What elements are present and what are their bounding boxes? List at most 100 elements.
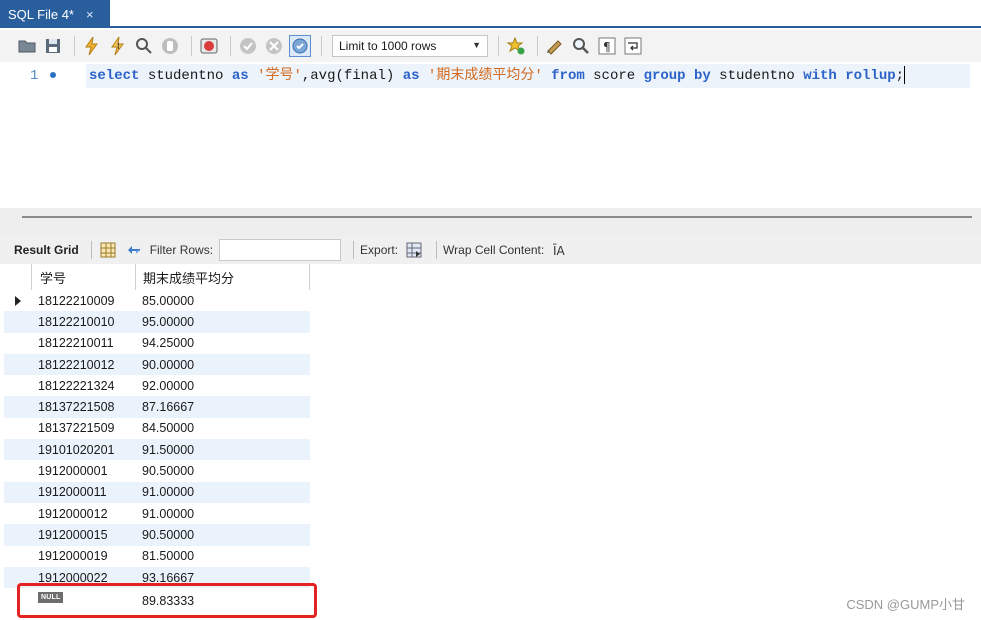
limit-rows-select[interactable]: Limit to 1000 rows ▼: [332, 35, 488, 57]
open-folder-icon[interactable]: [16, 35, 38, 57]
column-header-studentno[interactable]: 学号: [32, 264, 136, 290]
cell-average[interactable]: 91.50000: [136, 439, 310, 461]
table-row[interactable]: 18122210010 95.00000: [4, 311, 310, 333]
filter-rows-input[interactable]: [219, 239, 342, 261]
splitter-handle[interactable]: [22, 216, 972, 218]
row-selector[interactable]: [4, 503, 32, 524]
chevron-down-icon: ▼: [472, 40, 481, 50]
table-row[interactable]: 18122221324 92.00000: [4, 375, 310, 396]
result-grid-tab[interactable]: Result Grid: [14, 243, 79, 257]
rollback-icon[interactable]: [263, 35, 285, 57]
row-selector[interactable]: [4, 524, 32, 546]
code-token: from: [551, 68, 585, 84]
cell-studentno[interactable]: 1912000001: [32, 460, 136, 481]
row-selector-header[interactable]: [4, 264, 32, 290]
table-row[interactable]: 18122210011 94.25000: [4, 333, 310, 354]
table-row[interactable]: 18137221508 87.16667: [4, 396, 310, 418]
rollup-row[interactable]: NULL 89.83333: [4, 588, 310, 614]
cell-studentno[interactable]: 18122210012: [32, 353, 136, 376]
cell-average[interactable]: 91.00000: [136, 503, 310, 524]
row-selector[interactable]: [4, 396, 32, 418]
commit-icon[interactable]: [237, 35, 259, 57]
cell-studentno[interactable]: NULL: [32, 588, 136, 614]
explain-icon[interactable]: [133, 35, 155, 57]
table-row[interactable]: 18122210012 90.00000: [4, 353, 310, 376]
code-line[interactable]: select studentno as '学号',avg(final) as '…: [86, 64, 970, 88]
cell-studentno[interactable]: 18122210010: [32, 311, 136, 333]
cell-studentno[interactable]: 18137221508: [32, 396, 136, 418]
row-selector[interactable]: [4, 311, 32, 333]
row-selector[interactable]: [4, 375, 32, 396]
export-icon[interactable]: [404, 240, 424, 260]
cell-studentno[interactable]: 18137221509: [32, 418, 136, 439]
add-snippet-icon[interactable]: [505, 35, 527, 57]
cell-average[interactable]: 81.50000: [136, 546, 310, 567]
code-token: select: [89, 68, 140, 84]
panel-splitter[interactable]: [0, 208, 981, 236]
wrap-cell-icon[interactable]: ĪA: [550, 240, 570, 260]
row-selector[interactable]: [4, 290, 32, 311]
row-selector[interactable]: [4, 566, 32, 589]
autocommit-icon[interactable]: [289, 35, 311, 57]
cell-average[interactable]: 90.00000: [136, 353, 310, 376]
cell-studentno[interactable]: 18122210009: [32, 290, 136, 311]
cell-average[interactable]: 84.50000: [136, 418, 310, 439]
cell-studentno[interactable]: 1912000022: [32, 566, 136, 589]
grid-form-toggle-icon[interactable]: [98, 240, 118, 260]
row-selector[interactable]: [4, 333, 32, 354]
execute-icon[interactable]: [81, 35, 103, 57]
invisible-chars-icon[interactable]: ¶: [596, 35, 618, 57]
beautify-icon[interactable]: [544, 35, 566, 57]
cell-average[interactable]: 95.00000: [136, 311, 310, 333]
tab-sql-file[interactable]: SQL File 4* ×: [0, 0, 110, 28]
cell-average[interactable]: 91.00000: [136, 481, 310, 503]
row-selector[interactable]: [4, 353, 32, 376]
table-row[interactable]: 1912000012 91.00000: [4, 503, 310, 524]
execute-current-icon[interactable]: I: [107, 35, 129, 57]
cell-average[interactable]: 90.50000: [136, 460, 310, 481]
row-selector[interactable]: [4, 439, 32, 461]
stop-on-error-icon[interactable]: [198, 35, 220, 57]
cell-studentno[interactable]: 19101020201: [32, 439, 136, 461]
table-row[interactable]: 1912000022 93.16667: [4, 566, 310, 589]
save-icon[interactable]: [42, 35, 64, 57]
cell-average[interactable]: 89.83333: [136, 588, 310, 614]
cell-studentno[interactable]: 18122221324: [32, 375, 136, 396]
table-row[interactable]: 18137221509 84.50000: [4, 418, 310, 439]
result-grid[interactable]: 学号 期末成绩平均分 18122210009 85.00000 1812221001…: [0, 264, 981, 620]
stop-icon[interactable]: [159, 35, 181, 57]
cell-studentno[interactable]: 1912000019: [32, 546, 136, 567]
column-header-average[interactable]: 期末成绩平均分: [136, 264, 310, 290]
row-selector[interactable]: [4, 481, 32, 503]
cell-studentno[interactable]: 18122210011: [32, 333, 136, 354]
svg-text:I: I: [117, 42, 120, 52]
table-row[interactable]: 19101020201 91.50000: [4, 439, 310, 461]
table-row[interactable]: 18122210009 85.00000: [4, 290, 310, 311]
table-row[interactable]: 1912000001 90.50000: [4, 460, 310, 481]
row-selector[interactable]: [4, 418, 32, 439]
row-selector[interactable]: [4, 460, 32, 481]
cell-average[interactable]: 90.50000: [136, 524, 310, 546]
sql-editor[interactable]: 1 select studentno as '学号',avg(final) as…: [0, 62, 981, 208]
cell-studentno[interactable]: 1912000015: [32, 524, 136, 546]
code-token: group by: [643, 68, 711, 84]
table-row[interactable]: 1912000019 81.50000: [4, 546, 310, 567]
wrap-icon[interactable]: [622, 35, 644, 57]
cell-average[interactable]: 92.00000: [136, 375, 310, 396]
find-icon[interactable]: [570, 35, 592, 57]
cell-average[interactable]: 94.25000: [136, 333, 310, 354]
cell-average[interactable]: 85.00000: [136, 290, 310, 311]
close-icon[interactable]: ×: [86, 7, 94, 22]
row-selector[interactable]: [4, 588, 32, 614]
grid-rows: 18122210009 85.00000 18122210010 95.00000 18…: [4, 290, 310, 614]
table-row[interactable]: 1912000015 90.50000: [4, 524, 310, 546]
cell-studentno[interactable]: 1912000012: [32, 503, 136, 524]
line-number: 1: [30, 68, 39, 84]
cell-average[interactable]: 93.16667: [136, 566, 310, 589]
table-row[interactable]: 1912000011 91.00000: [4, 481, 310, 503]
cell-average[interactable]: 87.16667: [136, 396, 310, 418]
row-selector[interactable]: [4, 546, 32, 567]
cell-studentno[interactable]: 1912000011: [32, 481, 136, 503]
refresh-icon[interactable]: [124, 240, 144, 260]
